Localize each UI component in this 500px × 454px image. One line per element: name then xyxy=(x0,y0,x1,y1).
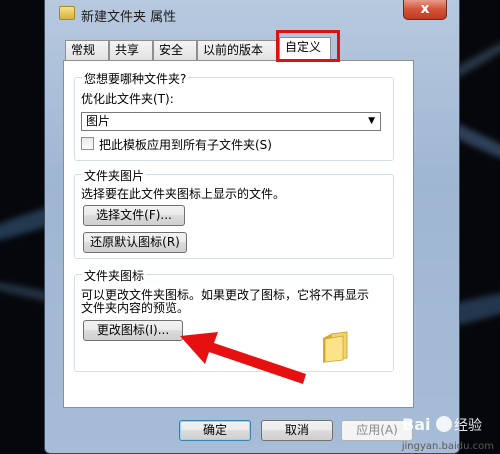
window-title: 新建文件夹 属性 xyxy=(81,10,177,25)
choose-file-button[interactable]: 选择文件(F)... xyxy=(83,205,185,226)
group-title: 文件夹图片 xyxy=(82,167,147,184)
group-title: 文件夹图标 xyxy=(82,267,147,284)
apply-template-label[interactable]: 把此模板应用到所有子文件夹(S) xyxy=(99,136,272,153)
svg-text:经验: 经验 xyxy=(454,418,482,434)
folder-icons-group: 文件夹图标 可以更改文件夹图标。如果更改了图标，它将不再显示 文件夹内容的预览。… xyxy=(74,267,394,372)
change-icon-button[interactable]: 更改图标(I)... xyxy=(83,320,183,341)
folder-pictures-group: 文件夹图片 选择要在此文件夹图标上显示的文件。 选择文件(F)... 还原默认图… xyxy=(74,167,394,259)
watermark-url: jingyan.baidu.com xyxy=(401,441,494,452)
folder-icons-description-line2: 文件夹内容的预览。 xyxy=(81,301,190,315)
group-title: 您想要哪种文件夹? xyxy=(82,70,189,87)
properties-dialog: 新建文件夹 属性 x 常规 共享 安全 以前的版本 自定义 您想要哪种文件夹? … xyxy=(44,0,460,454)
close-button[interactable]: x xyxy=(403,0,447,20)
tab-general[interactable]: 常规 xyxy=(65,40,109,60)
restore-default-button[interactable]: 还原默认图标(R) xyxy=(83,232,187,253)
folder-type-group: 您想要哪种文件夹? 优化此文件夹(T): 图片 ▼ 把此模板应用到所有子文件夹(… xyxy=(74,70,394,161)
folder-icon xyxy=(59,6,75,20)
tab-sharing[interactable]: 共享 xyxy=(109,40,153,60)
title-bar[interactable]: 新建文件夹 属性 x xyxy=(45,0,459,32)
svg-text:Bai: Bai xyxy=(402,415,430,434)
dropdown-arrow-icon: ▼ xyxy=(368,116,375,126)
tab-customize[interactable]: 自定义 xyxy=(279,37,331,60)
select-value: 图片 xyxy=(86,114,111,128)
folder-type-select[interactable]: 图片 ▼ xyxy=(81,112,381,131)
tab-security[interactable]: 安全 xyxy=(153,40,197,60)
optimize-label: 优化此文件夹(T): xyxy=(81,92,174,106)
apply-template-checkbox[interactable] xyxy=(81,137,94,150)
ok-button[interactable]: 确定 xyxy=(179,420,251,441)
folder-pictures-description: 选择要在此文件夹图标上显示的文件。 xyxy=(81,187,286,201)
cancel-button[interactable]: 取消 xyxy=(261,420,333,441)
customize-panel: 您想要哪种文件夹? 优化此文件夹(T): 图片 ▼ 把此模板应用到所有子文件夹(… xyxy=(63,60,414,408)
tab-previous-versions[interactable]: 以前的版本 xyxy=(197,40,277,60)
folder-preview-icon xyxy=(323,331,348,363)
